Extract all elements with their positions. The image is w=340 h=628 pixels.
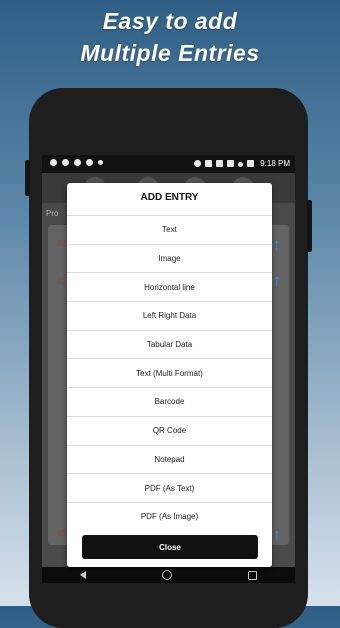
promo-headline-line1: Easy to add	[102, 8, 238, 34]
signal-icon	[238, 161, 244, 167]
option-qr-code[interactable]: QR Code	[67, 415, 272, 445]
more-icon	[98, 160, 103, 165]
alarm-icon	[194, 160, 202, 167]
option-barcode[interactable]: Barcode	[67, 387, 272, 416]
option-notepad[interactable]: Notepad	[67, 444, 272, 474]
arrow-up-icon[interactable]: ↑	[273, 271, 282, 291]
status-system-icons: 9:18 PM	[194, 159, 290, 168]
app-section-label: Pro	[46, 209, 59, 218]
phone-side-button	[25, 160, 30, 196]
arrow-up-icon[interactable]: ↑	[273, 525, 282, 545]
arrow-up-icon[interactable]: ↑	[273, 235, 282, 255]
battery-icon	[247, 160, 255, 167]
option-image[interactable]: Image	[67, 243, 272, 273]
dialog-title: ADD ENTRY	[140, 192, 199, 203]
chat-icon	[50, 159, 57, 166]
whatsapp-icon	[86, 159, 93, 166]
option-left-right-data[interactable]: Left Right Data	[67, 301, 272, 330]
option-text-multi-format[interactable]: Text (Multi Format)	[67, 358, 272, 387]
wifi-icon	[216, 160, 224, 167]
navigation-bar	[42, 567, 295, 583]
add-entry-dialog: ADD ENTRY Text Image Horizontal line Lef…	[67, 183, 272, 567]
status-time: 9:18 PM	[260, 159, 290, 168]
option-pdf-as-image[interactable]: PDF (As Image)	[67, 501, 272, 531]
home-icon[interactable]	[162, 570, 172, 580]
close-button[interactable]: Close	[82, 535, 258, 559]
vibrate-icon	[205, 160, 213, 167]
option-text[interactable]: Text	[67, 215, 272, 244]
row-number: 02	[58, 277, 67, 286]
row-number: 01	[58, 239, 67, 248]
option-horizontal-line[interactable]: Horizontal line	[67, 272, 272, 301]
sync-icon	[74, 159, 81, 166]
message-icon	[62, 159, 69, 166]
option-pdf-as-text[interactable]: PDF (As Text)	[67, 473, 272, 502]
entry-type-list: Text Image Horizontal line Left Right Da…	[67, 215, 272, 531]
option-tabular-data[interactable]: Tabular Data	[67, 329, 272, 359]
status-notification-icons	[50, 159, 103, 166]
status-bar: 9:18 PM	[42, 155, 295, 173]
row-number: 03	[58, 529, 67, 538]
promo-headline-line2: Multiple Entries	[80, 40, 260, 66]
data-icon	[227, 160, 235, 167]
phone-power-button	[307, 200, 312, 252]
recents-icon[interactable]	[248, 570, 257, 580]
back-icon[interactable]	[80, 571, 86, 579]
